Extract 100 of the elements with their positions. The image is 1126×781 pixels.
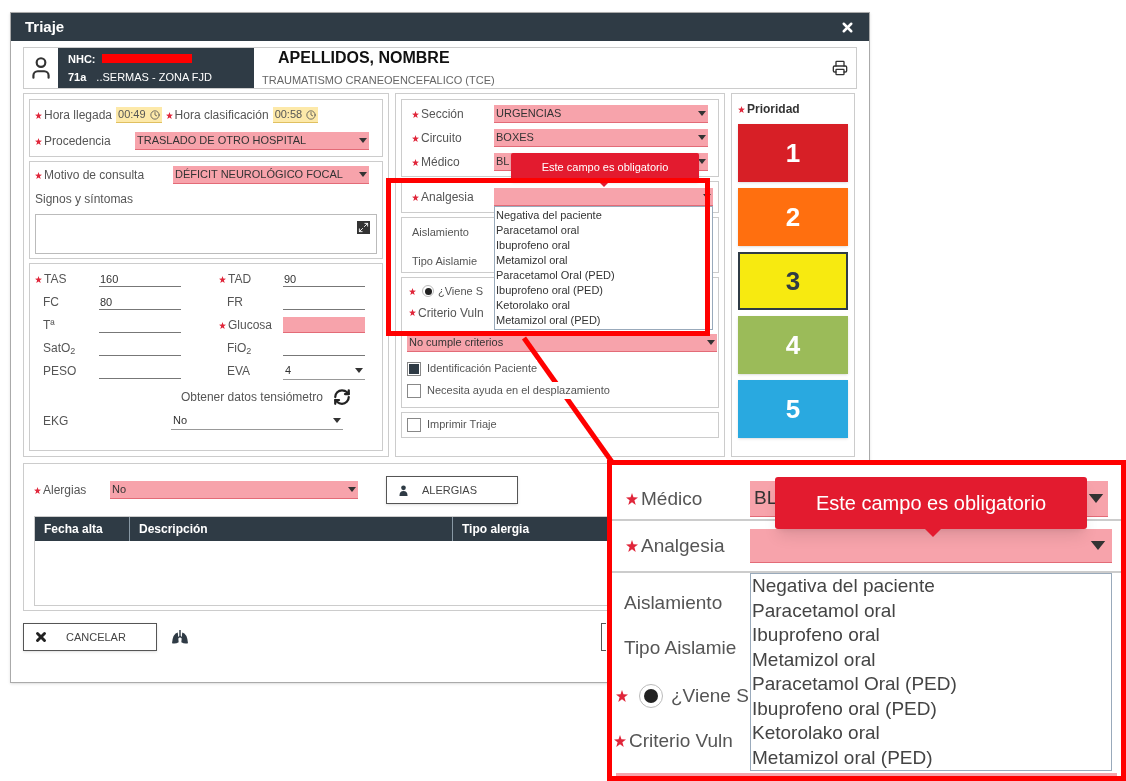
dropdown-option[interactable]: Paracetamol Oral (PED) [495, 268, 712, 283]
checkbox[interactable] [407, 383, 421, 398]
dropdown-option[interactable]: Paracetamol Oral (PED) [751, 672, 1111, 697]
field-label: Sección [421, 106, 464, 123]
refresh-icon[interactable] [333, 388, 351, 406]
select-field[interactable]: DÉFICIT NEUROLÓGICO FOCAL [173, 166, 369, 184]
dropdown-option[interactable]: Negativa del paciente [751, 574, 1111, 599]
close-icon[interactable] [840, 19, 855, 35]
dropdown-option[interactable]: Ibuprofeno oral (PED) [495, 283, 712, 298]
field-label: FiO$_{2}$ [227, 340, 252, 357]
checkbox-label: Necesita ayuda en el desplazamiento [427, 382, 610, 399]
required-star-icon [165, 111, 173, 119]
dropdown-option[interactable]: Ibuprofeno oral [751, 623, 1111, 648]
field-label: TAS [44, 271, 67, 288]
checkbox[interactable] [407, 417, 421, 432]
radio-label: ¿Viene S [438, 284, 484, 299]
lungs-icon[interactable] [171, 629, 189, 645]
caret-icon [333, 418, 341, 423]
select-field[interactable]: No [110, 481, 358, 499]
dropdown-option[interactable]: Metamizol oral (PED) [495, 313, 712, 328]
field-label: TAD [228, 271, 252, 288]
select-field[interactable]: BOXES [494, 129, 708, 147]
print-icon[interactable] [832, 60, 848, 76]
caret-icon [698, 111, 706, 116]
required-star-icon [219, 321, 226, 329]
input-field[interactable]: 90 [283, 271, 365, 287]
field-label: Criterio Vuln [418, 304, 484, 322]
select-field[interactable]: TRASLADO DE OTRO HOSPITAL [135, 132, 369, 150]
input-field[interactable]: 160 [99, 271, 181, 287]
select-field[interactable]: 4 [283, 362, 365, 380]
expand-icon[interactable] [357, 221, 370, 234]
input-field[interactable] [283, 317, 365, 333]
priority-label: Prioridad [747, 101, 800, 118]
time-field[interactable]: 00:49 [116, 107, 162, 123]
footer-button[interactable] [601, 623, 606, 651]
nhc-label: NHC: [68, 51, 96, 67]
priority-button[interactable]: 3 [738, 252, 848, 310]
select-field[interactable]: No [171, 412, 343, 430]
caret-icon [698, 135, 706, 140]
required-star-icon [35, 111, 42, 119]
required-star-icon [614, 734, 626, 747]
field-label: PESO [43, 363, 77, 380]
caret-icon [698, 159, 706, 164]
caret-icon [1088, 494, 1104, 503]
field-label: Procedencia [44, 133, 111, 150]
dropdown-option[interactable]: Metamizol oral [751, 647, 1111, 672]
caret-icon [348, 487, 356, 492]
caret-icon [707, 339, 715, 345]
allergies-button[interactable]: ALERGIAS [386, 476, 518, 504]
cancel-button[interactable]: CANCELAR [23, 623, 157, 651]
select-field[interactable] [750, 529, 1112, 563]
field-label: FR [227, 294, 243, 311]
dropdown-option[interactable]: Ketorolako oral [751, 721, 1111, 746]
field-label: Médico [421, 154, 460, 171]
dropdown-option[interactable]: Negativa del paciente [495, 208, 712, 223]
required-star-icon [35, 171, 42, 179]
required-star-icon [412, 110, 419, 118]
checkbox[interactable] [407, 361, 421, 376]
tooltip-arrow [599, 182, 609, 187]
required-star-icon [34, 486, 41, 494]
dropdown-option[interactable]: Metamizol oral (PED) [751, 745, 1111, 770]
radio-button[interactable] [422, 285, 434, 298]
required-star-icon [409, 309, 416, 316]
field-label: Alergias [43, 482, 87, 499]
dropdown-option[interactable]: Paracetamol oral [495, 223, 712, 238]
field-label: Analgesia [421, 189, 474, 206]
patient-name: APELLIDOS, NOMBRE [278, 48, 451, 68]
field-label: Hora llegada [44, 107, 113, 124]
caret-icon [359, 172, 367, 177]
field-label: Aislamiento [624, 591, 723, 615]
clock-icon [306, 109, 317, 120]
field-label: Criterio Vuln [629, 728, 733, 753]
required-star-icon [412, 134, 419, 142]
priority-button[interactable]: 1 [738, 124, 848, 182]
dropdown-option[interactable]: Paracetamol oral [751, 598, 1111, 623]
radio-label: ¿Viene S [671, 684, 749, 708]
dropdown-option[interactable]: Ibuprofeno oral (PED) [751, 696, 1111, 721]
dropdown-option[interactable]: Ketorolako oral [495, 298, 712, 313]
column-header: Fecha alta [35, 517, 130, 541]
dropdown-option[interactable]: Metamizol oral [495, 253, 712, 268]
time-field[interactable]: 00:58 [272, 107, 319, 123]
tensiometer-label: Obtener datos tensiómetro [180, 389, 323, 406]
input-field[interactable]: 80 [99, 294, 181, 310]
dropdown-option[interactable]: Ibuprofeno oral [495, 238, 712, 253]
field-label: Hora clasificación [174, 107, 269, 124]
window-title: Triaje [25, 16, 65, 37]
field-label: SatO$_{2}$ [43, 340, 76, 357]
required-star-icon [219, 275, 226, 283]
field-label: EKG [43, 413, 69, 430]
select-field[interactable]: URGENCIAS [494, 105, 708, 123]
caret-icon [1090, 541, 1106, 550]
required-star-icon [616, 690, 628, 703]
caret-icon [355, 368, 363, 373]
required-star-icon [626, 493, 638, 505]
select-field[interactable] [494, 188, 713, 206]
required-star-icon [626, 540, 638, 552]
radio-button[interactable] [639, 684, 663, 709]
clock-icon [149, 109, 160, 120]
field-label: Circuito [421, 130, 462, 147]
field-label: Motivo de consulta [44, 167, 145, 184]
